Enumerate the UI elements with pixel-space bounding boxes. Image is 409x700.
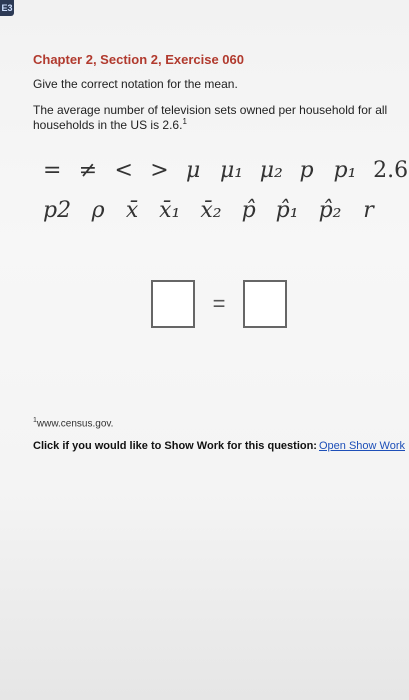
symbol-not-equals-button[interactable]: ≠	[77, 158, 97, 183]
symbol-p2-button[interactable]: p2	[41, 198, 73, 223]
symbol-value-button[interactable]: 2.6	[371, 158, 408, 183]
show-work-label: Click if you would like to Show Work for…	[33, 440, 317, 452]
exercise-panel: Chapter 2, Section 2, Exercise 060 Give …	[33, 52, 408, 328]
answer-area: =	[33, 280, 405, 328]
symbol-less-than-button[interactable]: <	[113, 158, 133, 183]
answer-equals-sign: =	[212, 291, 226, 316]
symbol-xbar2-button[interactable]: x̄₂	[198, 198, 223, 223]
footnote: 1www.census.gov.	[33, 417, 113, 429]
symbol-xbar-button[interactable]: x̄	[123, 198, 141, 223]
question-text: The average number of television sets ow…	[33, 103, 388, 132]
symbol-greater-than-button[interactable]: >	[148, 158, 168, 183]
symbol-p1-button[interactable]: p₁	[332, 158, 357, 183]
palette-row-1: = ≠ < > μ μ₁ μ₂ p p₁ 2.6	[41, 150, 408, 190]
open-show-work-link[interactable]: Open Show Work	[319, 440, 405, 452]
answer-left-box[interactable]	[150, 280, 195, 328]
show-work-bar: Click if you would like to Show Work for…	[33, 440, 405, 452]
symbol-phat2-button[interactable]: p̂₂	[317, 198, 344, 223]
symbol-mu1-button[interactable]: μ₁	[218, 158, 243, 183]
symbol-rho-button[interactable]: ρ	[89, 198, 107, 223]
symbol-equals-button[interactable]: =	[41, 158, 61, 183]
answer-right-box[interactable]	[243, 280, 288, 328]
symbol-palette: = ≠ < > μ μ₁ μ₂ p p₁ 2.6 p2 ρ x̄ x̄₁ x̄₂	[41, 150, 408, 230]
palette-row-2: p2 ρ x̄ x̄₁ x̄₂ p̂ p̂₁ p̂₂ r	[41, 190, 405, 230]
exercise-title: Chapter 2, Section 2, Exercise 060	[33, 52, 244, 67]
symbol-p-button[interactable]: p	[298, 158, 316, 183]
symbol-mu-button[interactable]: μ	[184, 158, 202, 183]
symbol-r-button[interactable]: r	[359, 198, 377, 223]
footnote-text: www.census.gov.	[36, 418, 114, 430]
question-footnote-marker: 1	[182, 117, 187, 126]
exercise-prompt: Give the correct notation for the mean.	[33, 77, 238, 91]
symbol-phat-button[interactable]: p̂	[240, 198, 258, 223]
rotated-content: Chapter 2, Section 2, Exercise 060 Give …	[0, 0, 409, 700]
screen-background: E3 Chapter 2, Section 2, Exercise 060 Gi…	[0, 0, 409, 700]
symbol-phat1-button[interactable]: p̂₁	[274, 198, 301, 223]
symbol-mu2-button[interactable]: μ₂	[258, 158, 283, 183]
exercise-question: The average number of television sets ow…	[33, 103, 405, 132]
symbol-xbar1-button[interactable]: x̄₁	[157, 198, 182, 223]
